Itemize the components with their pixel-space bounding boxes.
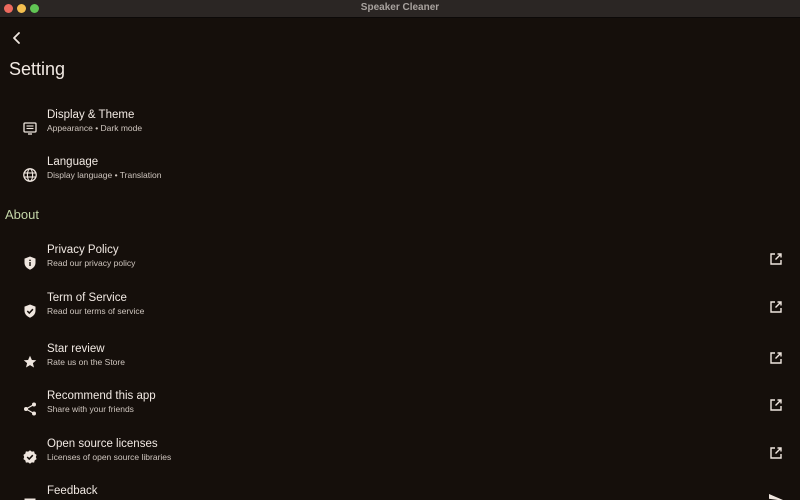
- page-title: Setting: [9, 59, 66, 79]
- settings-item-label: Star review: [47, 343, 105, 355]
- settings-item-subtitle: Rate us on the Store: [47, 357, 125, 367]
- settings-item-star-review[interactable]: Star review Rate us on the Store: [0, 342, 800, 382]
- title-bar[interactable]: Speaker Cleaner: [0, 0, 800, 18]
- send-icon[interactable]: [767, 491, 785, 500]
- settings-item-subtitle: Appearance • Dark mode: [47, 123, 143, 133]
- settings-item-label: Language: [47, 156, 99, 168]
- settings-item-subtitle: Read our terms of service: [47, 306, 145, 316]
- settings-item-label: Feedback: [47, 485, 98, 497]
- share-icon: [20, 399, 40, 419]
- app-window: Speaker Cleaner Setting Display & Theme …: [0, 0, 800, 500]
- star-icon: [20, 352, 40, 372]
- open-in-new-icon[interactable]: [767, 444, 785, 462]
- settings-item-label: Recommend this app: [47, 390, 156, 402]
- feedback-icon: [20, 494, 40, 500]
- shield-info-icon: [20, 253, 40, 273]
- settings-item-subtitle: Read our privacy policy: [47, 258, 136, 268]
- settings-item-subtitle: Share with your friends: [47, 404, 134, 414]
- settings-item-display-theme[interactable]: Display & Theme Appearance • Dark mode: [0, 108, 800, 148]
- settings-item-language[interactable]: Language Display language • Translation: [0, 155, 800, 195]
- settings-item-open-source-licenses[interactable]: Open source licenses Licenses of open so…: [0, 437, 800, 477]
- settings-item-label: Term of Service: [47, 292, 127, 304]
- chevron-left-icon: [10, 31, 24, 45]
- display-icon: [20, 118, 40, 138]
- section-header-about: About: [5, 207, 39, 222]
- settings-item-feedback[interactable]: Feedback: [0, 484, 800, 500]
- settings-item-recommend-app[interactable]: Recommend this app Share with your frien…: [0, 389, 800, 429]
- settings-item-term-of-service[interactable]: Term of Service Read our terms of servic…: [0, 291, 800, 331]
- settings-item-label: Display & Theme: [47, 109, 135, 121]
- verified-icon: [20, 447, 40, 467]
- settings-item-label: Privacy Policy: [47, 244, 119, 256]
- open-in-new-icon[interactable]: [767, 396, 785, 414]
- settings-item-label: Open source licenses: [47, 438, 158, 450]
- settings-item-subtitle: Licenses of open source libraries: [47, 452, 172, 462]
- shield-check-icon: [20, 301, 40, 321]
- open-in-new-icon[interactable]: [767, 250, 785, 268]
- settings-item-privacy-policy[interactable]: Privacy Policy Read our privacy policy: [0, 243, 800, 283]
- open-in-new-icon[interactable]: [767, 349, 785, 367]
- open-in-new-icon[interactable]: [767, 298, 785, 316]
- globe-icon: [20, 165, 40, 185]
- back-button[interactable]: [6, 27, 28, 49]
- window-title: Speaker Cleaner: [360, 2, 440, 13]
- settings-item-subtitle: Display language • Translation: [47, 170, 162, 180]
